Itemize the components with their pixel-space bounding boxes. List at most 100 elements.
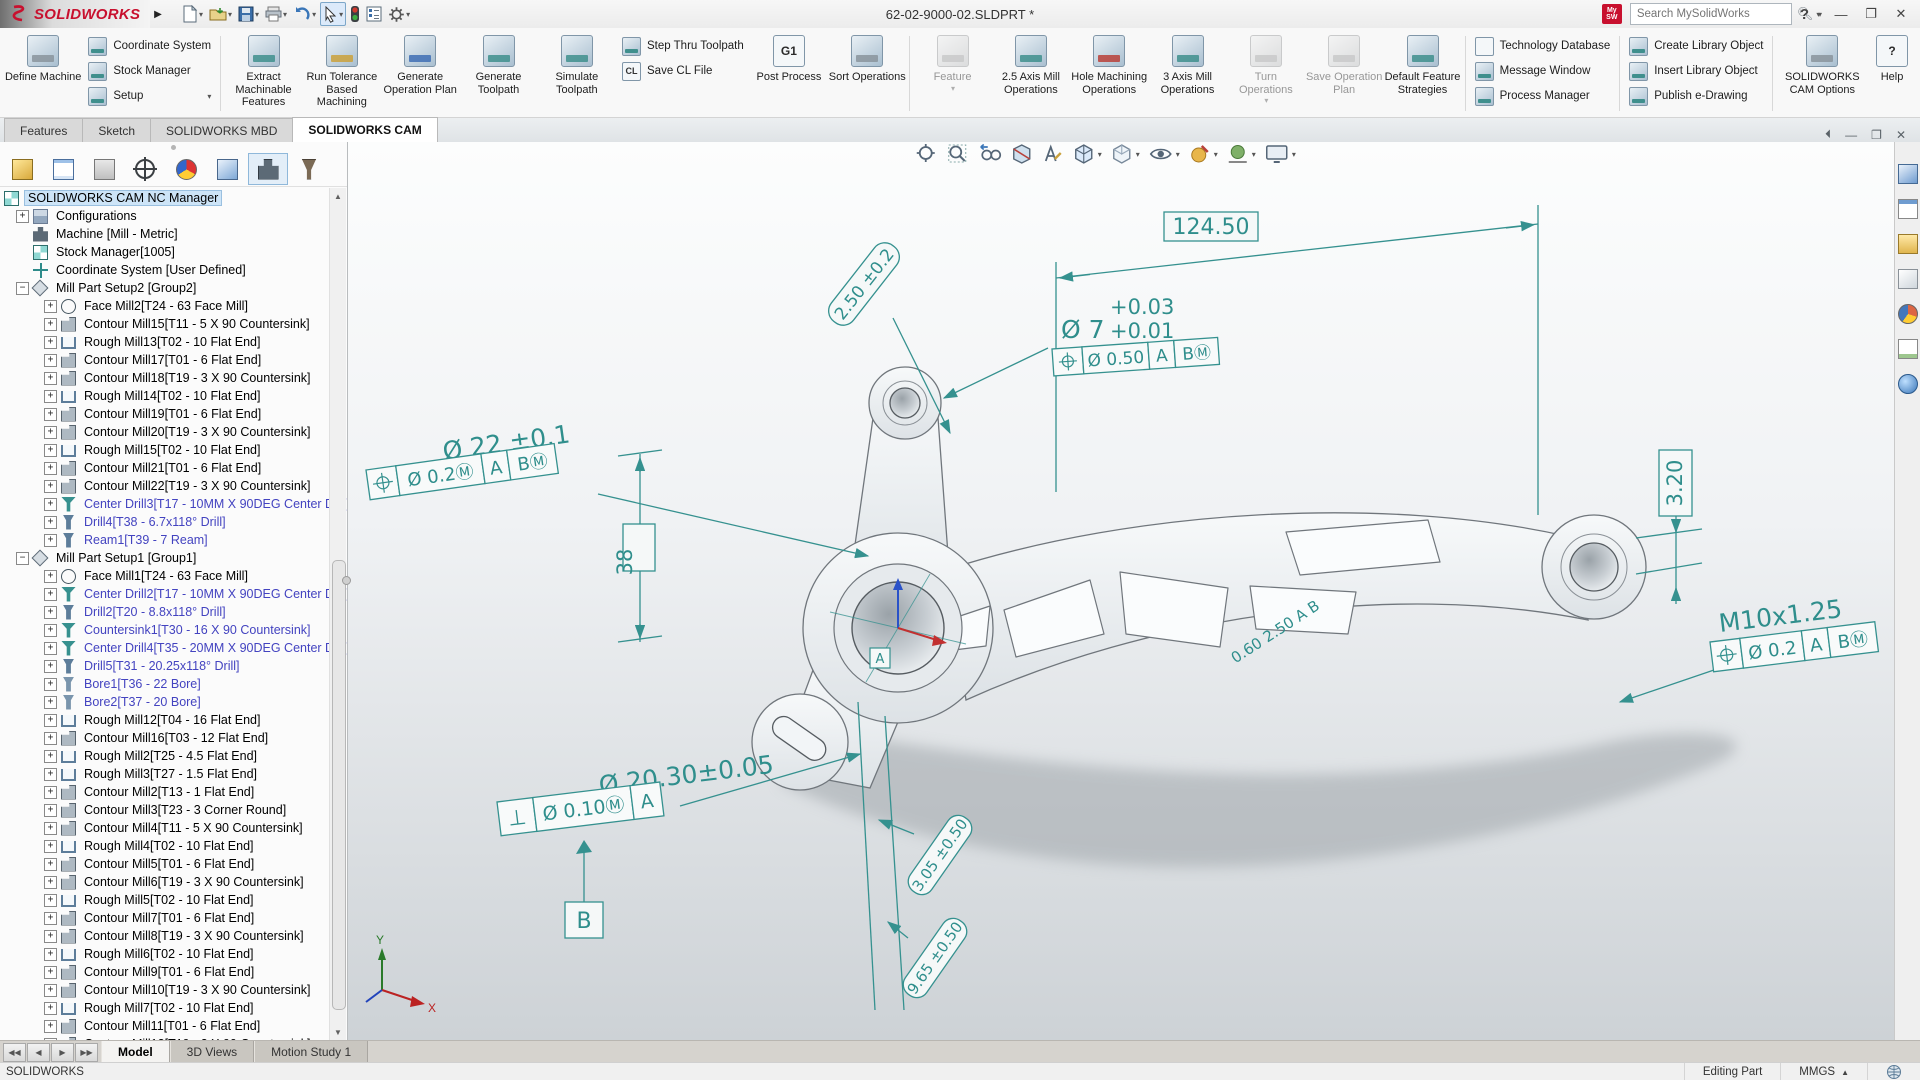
tree-expander[interactable]: + bbox=[44, 696, 57, 709]
search-input[interactable] bbox=[1631, 8, 1797, 20]
options-button[interactable]: ▾ bbox=[386, 3, 412, 25]
ribbon-create-library-object[interactable]: Create Library Object bbox=[1629, 35, 1763, 57]
tree-item[interactable]: + Contour Mill3[T23 - 3 Corner Round] bbox=[0, 801, 347, 819]
tree-item[interactable]: + Configurations bbox=[0, 207, 347, 225]
tree-expander[interactable]: + bbox=[44, 354, 57, 367]
tree-expander[interactable]: + bbox=[44, 732, 57, 745]
tree-expander[interactable]: + bbox=[44, 930, 57, 943]
datum-b-flag[interactable]: B bbox=[565, 840, 603, 938]
design-library-icon[interactable] bbox=[1898, 199, 1918, 219]
ribbon-3-axis-mill-operations[interactable]: 3 Axis Mill Operations bbox=[1148, 30, 1226, 117]
ribbon-stock-manager[interactable]: Stock Manager bbox=[88, 60, 211, 82]
ribbon-define-machine[interactable]: Define Machine bbox=[4, 30, 82, 117]
help-button[interactable]: ? bbox=[1800, 6, 1809, 23]
dim-depth2[interactable]: 9.65 ±0.50 bbox=[899, 914, 972, 1003]
tree-expander[interactable]: + bbox=[44, 660, 57, 673]
tree-expander[interactable]: + bbox=[44, 948, 57, 961]
tree-expander[interactable]: + bbox=[44, 408, 57, 421]
graphics-viewport[interactable]: ▾ ▾ ▾ ▾ ▾ ▾ bbox=[348, 142, 1894, 1040]
ribbon-generate-toolpath[interactable]: Generate Toolpath bbox=[459, 30, 537, 117]
dim-hole7[interactable]: Ø 7 +0.03 +0.01 bbox=[1061, 295, 1174, 344]
tree-item[interactable]: + Contour Mill18[T19 - 3 X 90 Countersin… bbox=[0, 369, 347, 387]
scroll-up-icon[interactable]: ▲ bbox=[330, 188, 346, 204]
custom-properties-icon[interactable] bbox=[1898, 339, 1918, 359]
dim-width-38[interactable]: 38 bbox=[613, 549, 637, 576]
tree-expander[interactable]: + bbox=[44, 336, 57, 349]
ribbon-hole-machining-operations[interactable]: Hole Machining Operations bbox=[1070, 30, 1148, 117]
tree-item[interactable]: + Rough Mill4[T02 - 10 Flat End] bbox=[0, 837, 347, 855]
tab-features[interactable]: Features bbox=[4, 118, 83, 142]
tree-item[interactable]: − Mill Part Setup1 [Group1] bbox=[0, 549, 347, 567]
file-properties-button[interactable] bbox=[364, 3, 384, 25]
panel-splitter-handle[interactable] bbox=[342, 576, 351, 585]
solidworks-resources-icon[interactable] bbox=[1898, 164, 1918, 184]
window-close-button[interactable]: ✕ bbox=[1890, 6, 1912, 22]
tree-item[interactable]: + Contour Mill20[T19 - 3 X 90 Countersin… bbox=[0, 423, 347, 441]
dim-step-320[interactable]: 3.20 bbox=[1663, 460, 1687, 507]
zoom-to-area-button[interactable] bbox=[947, 143, 969, 165]
view-settings-button[interactable]: ▾ bbox=[1265, 143, 1296, 165]
tree-item[interactable]: + Ream1[T39 - 7 Ream] bbox=[0, 531, 347, 549]
file-explorer-icon[interactable] bbox=[1898, 234, 1918, 254]
ribbon-coordinate-system[interactable]: Coordinate System bbox=[88, 35, 211, 57]
tree-item[interactable]: + Drill4[T38 - 6.7x118° Drill] bbox=[0, 513, 347, 531]
tree-expander[interactable]: + bbox=[44, 426, 57, 439]
tree-item[interactable]: + Rough Mill2[T25 - 4.5 Flat End] bbox=[0, 747, 347, 765]
tree-item[interactable]: + Contour Mill21[T01 - 6 Flat End] bbox=[0, 459, 347, 477]
units-selector[interactable]: MMGS▲ bbox=[1780, 1063, 1867, 1080]
tree-expander[interactable]: + bbox=[44, 876, 57, 889]
tree-expander[interactable]: + bbox=[44, 480, 57, 493]
tab-sketch[interactable]: Sketch bbox=[82, 118, 151, 142]
tab-solidworks-cam[interactable]: SOLIDWORKS CAM bbox=[292, 117, 437, 142]
tree-item[interactable]: + Contour Mill17[T01 - 6 Flat End] bbox=[0, 351, 347, 369]
ribbon-setup[interactable]: Setup ▾ bbox=[88, 85, 211, 107]
tree-expander[interactable]: + bbox=[44, 462, 57, 475]
tree-item[interactable]: + Face Mill2[T24 - 63 Face Mill] bbox=[0, 297, 347, 315]
tree-expander[interactable]: + bbox=[44, 804, 57, 817]
tree-item[interactable]: + Drill2[T20 - 8.8x118° Drill] bbox=[0, 603, 347, 621]
tree-item[interactable]: + Contour Mill10[T19 - 3 X 90 Countersin… bbox=[0, 981, 347, 999]
tree-item[interactable]: + Contour Mill4[T11 - 5 X 90 Countersink… bbox=[0, 819, 347, 837]
edit-appearance-button[interactable]: ▾ bbox=[1189, 143, 1218, 165]
tree-item[interactable]: + Rough Mill15[T02 - 10 Flat End] bbox=[0, 441, 347, 459]
ribbon-generate-operation-plan[interactable]: Generate Operation Plan bbox=[381, 30, 459, 117]
print-button[interactable]: ▾ bbox=[263, 3, 289, 25]
menu-expand-arrow[interactable]: ▶ bbox=[150, 0, 166, 28]
dynamic-annotation-views-button[interactable] bbox=[1042, 143, 1064, 165]
tree-expander[interactable]: + bbox=[44, 588, 57, 601]
fcf-bore[interactable]: ⊥ Ø 0.10Ⓜ A bbox=[497, 782, 664, 836]
tree-item[interactable]: + Rough Mill5[T02 - 10 Flat End] bbox=[0, 891, 347, 909]
ribbon-default-feature-strategies[interactable]: Default Feature Strategies bbox=[1383, 30, 1461, 117]
ribbon-publish-e-drawing[interactable]: Publish e-Drawing bbox=[1629, 85, 1763, 107]
new-file-button[interactable]: ▾ bbox=[180, 3, 205, 25]
tree-expander[interactable]: + bbox=[44, 678, 57, 691]
tree-item[interactable]: + Contour Mill8[T19 - 3 X 90 Countersink… bbox=[0, 927, 347, 945]
view-settings-dropdown-icon[interactable]: ▾ bbox=[1292, 150, 1296, 159]
doc-close-icon[interactable]: ✕ bbox=[1896, 128, 1906, 142]
display-style-button[interactable]: ▾ bbox=[1111, 143, 1140, 165]
tree-scrollbar[interactable]: ▲ ▼ bbox=[329, 188, 346, 1040]
tree-expander[interactable]: + bbox=[44, 768, 57, 781]
tree-expander[interactable]: + bbox=[44, 642, 57, 655]
ribbon-technology-database[interactable]: Technology Database bbox=[1475, 35, 1611, 57]
tree-item[interactable]: + Contour Mill22[T19 - 3 X 90 Countersin… bbox=[0, 477, 347, 495]
tree-item[interactable]: + Rough Mill6[T02 - 10 Flat End] bbox=[0, 945, 347, 963]
ribbon-insert-library-object[interactable]: Insert Library Object bbox=[1629, 60, 1763, 82]
tree-item[interactable]: SOLIDWORKS CAM NC Manager bbox=[0, 189, 347, 207]
dim-overall-length[interactable]: 124.50 bbox=[1173, 215, 1250, 240]
status-globe[interactable] bbox=[1867, 1063, 1920, 1080]
tree-expander[interactable]: + bbox=[44, 840, 57, 853]
tree-item[interactable]: + Contour Mill7[T01 - 6 Flat End] bbox=[0, 909, 347, 927]
section-view-button[interactable] bbox=[1011, 143, 1033, 165]
panel-tab-displaymanager[interactable] bbox=[166, 153, 206, 185]
undo-button[interactable]: ▾ bbox=[291, 3, 318, 25]
tree-item[interactable]: + Center Drill2[T17 - 10MM X 90DEG Cente… bbox=[0, 585, 347, 603]
view-orientation-button[interactable]: ▾ bbox=[1073, 143, 1102, 165]
edit-appearance-dropdown-icon[interactable]: ▾ bbox=[1214, 150, 1218, 159]
tree-item[interactable]: + Contour Mill5[T01 - 6 Flat End] bbox=[0, 855, 347, 873]
tree-item[interactable]: + Rough Mill7[T02 - 10 Flat End] bbox=[0, 999, 347, 1017]
view-orientation-dropdown-icon[interactable]: ▾ bbox=[1098, 150, 1102, 159]
panel-tab-propertymanager[interactable] bbox=[43, 153, 83, 185]
tree-expander[interactable]: + bbox=[44, 318, 57, 331]
tree-expander[interactable]: + bbox=[44, 534, 57, 547]
